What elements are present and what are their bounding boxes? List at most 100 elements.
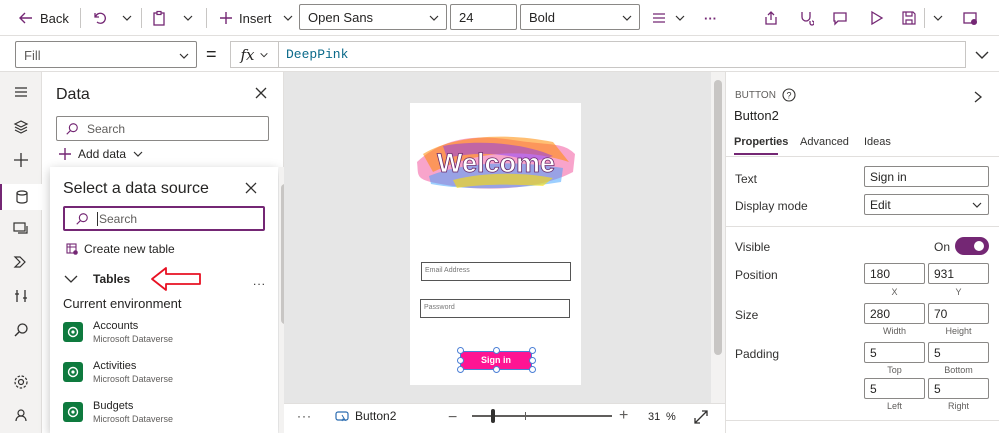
undo-chevron-icon[interactable] <box>121 6 133 30</box>
visible-state-text: On <box>934 240 951 254</box>
resize-handle[interactable] <box>457 357 464 364</box>
text-property-input[interactable]: Sign in <box>864 166 989 187</box>
search-icon <box>75 212 89 226</box>
tree-view-icon[interactable] <box>11 117 31 137</box>
insert-plus-icon[interactable] <box>11 150 31 170</box>
password-input[interactable]: Password <box>420 299 570 318</box>
insert-button[interactable]: Insert <box>219 6 294 30</box>
resize-handle[interactable] <box>457 366 464 373</box>
size-height-input[interactable]: 70 <box>928 303 989 324</box>
property-select[interactable]: Fill <box>15 41 197 68</box>
visible-label: Visible <box>735 240 771 254</box>
chevron-down-icon <box>63 273 79 285</box>
save-chevron-icon[interactable] <box>932 6 944 30</box>
help-icon[interactable]: ? <box>782 88 796 102</box>
resize-handle[interactable] <box>493 366 500 373</box>
flyout-title: Select a data source <box>63 180 209 197</box>
zoom-slider-thumb[interactable] <box>491 409 495 423</box>
undo-icon[interactable] <box>91 6 107 30</box>
dataverse-logo-icon <box>63 362 83 382</box>
back-button[interactable]: Back <box>18 6 69 30</box>
data-source-item[interactable]: Activities Microsoft Dataverse <box>63 360 173 384</box>
tab-properties[interactable]: Properties <box>734 136 788 148</box>
power-automate-icon[interactable] <box>11 252 31 272</box>
add-data-button[interactable]: Add data <box>58 147 144 161</box>
settings-gear-icon[interactable] <box>11 372 31 392</box>
preview-play-icon[interactable] <box>868 6 884 30</box>
paste-chevron-icon[interactable] <box>182 6 194 30</box>
font-size-input[interactable]: 24 <box>450 4 517 30</box>
tables-section-toggle[interactable]: Tables <box>63 272 130 286</box>
zoom-slider-tick <box>525 412 526 420</box>
chevron-right-icon[interactable] <box>972 90 984 104</box>
tab-advanced[interactable]: Advanced <box>800 136 849 148</box>
padding-bottom-input[interactable]: 5 <box>928 342 989 363</box>
hamburger-menu-icon[interactable] <box>11 82 31 102</box>
search-icon[interactable] <box>11 320 31 340</box>
email-input[interactable]: Email Address <box>421 262 571 281</box>
resize-handle[interactable] <box>493 347 500 354</box>
align-chevron-icon[interactable] <box>674 6 686 30</box>
welcome-text: Welcome <box>437 148 555 178</box>
display-mode-select[interactable]: Edit <box>864 194 989 215</box>
tables-more-button[interactable]: ... <box>253 274 266 288</box>
font-family-value: Open Sans <box>308 9 374 25</box>
app-checker-icon[interactable] <box>798 6 814 30</box>
resize-handle[interactable] <box>529 357 536 364</box>
close-icon[interactable] <box>244 181 258 195</box>
data-search-input[interactable]: Search <box>56 116 269 141</box>
font-weight-select[interactable]: Bold <box>520 4 640 30</box>
data-icon[interactable] <box>0 184 42 210</box>
align-icon[interactable] <box>651 6 667 30</box>
status-more-button[interactable]: ··· <box>297 409 312 423</box>
formula-input[interactable]: DeepPink <box>278 41 966 68</box>
zoom-in-button[interactable]: + <box>619 407 628 425</box>
publish-icon[interactable] <box>962 6 978 30</box>
resize-handle[interactable] <box>529 347 536 354</box>
control-type-label: BUTTON <box>735 89 776 101</box>
search-placeholder: Search <box>87 121 126 136</box>
search-placeholder: Search <box>97 211 138 226</box>
chevron-down-icon <box>971 199 983 211</box>
more-options-button[interactable]: ··· <box>704 6 717 30</box>
fit-to-window-icon[interactable] <box>693 409 709 425</box>
plus-icon <box>219 11 233 25</box>
size-width-input[interactable]: 280 <box>864 303 925 324</box>
welcome-banner-image[interactable]: Welcome <box>413 132 578 194</box>
position-y-input[interactable]: 931 <box>928 263 989 284</box>
resize-handle[interactable] <box>457 347 464 354</box>
chevron-down-icon <box>132 148 144 160</box>
zoom-out-button[interactable]: − <box>448 409 457 427</box>
media-icon[interactable] <box>11 218 31 238</box>
dataverse-logo-icon <box>63 322 83 342</box>
font-size-value: 24 <box>459 9 474 25</box>
fx-label: fx <box>240 45 255 64</box>
selected-control-name: Button2 <box>355 409 397 423</box>
visible-toggle-knob <box>974 241 984 251</box>
padding-top-input[interactable]: 5 <box>864 342 925 363</box>
data-source-type: Microsoft Dataverse <box>93 334 174 344</box>
position-x-input[interactable]: 180 <box>864 263 925 284</box>
padding-left-input[interactable]: 5 <box>864 378 925 399</box>
selected-control-breadcrumb[interactable]: Button2 <box>335 409 396 423</box>
control-type-header: BUTTON ? <box>735 88 796 102</box>
create-new-table-button[interactable]: Create new table <box>66 242 175 256</box>
share-icon[interactable] <box>763 6 779 30</box>
data-source-item[interactable]: Budgets Microsoft Dataverse <box>63 400 173 424</box>
resize-handle[interactable] <box>529 366 536 373</box>
expand-formula-icon[interactable] <box>966 41 998 68</box>
paste-icon[interactable] <box>151 6 167 30</box>
font-weight-value: Bold <box>529 9 556 25</box>
save-icon[interactable] <box>901 6 917 30</box>
font-family-select[interactable]: Open Sans <box>299 4 447 30</box>
canvas-scrollbar-thumb[interactable] <box>714 80 722 355</box>
padding-right-input[interactable]: 5 <box>928 378 989 399</box>
data-source-item[interactable]: Accounts Microsoft Dataverse <box>63 320 173 344</box>
comments-icon[interactable] <box>832 6 848 30</box>
advanced-tools-icon[interactable] <box>11 286 31 306</box>
tab-ideas[interactable]: Ideas <box>864 136 891 148</box>
flyout-search-input[interactable]: Search <box>63 206 265 231</box>
close-icon[interactable] <box>254 86 268 100</box>
fx-button[interactable]: fx <box>230 41 278 68</box>
virtual-agent-icon[interactable] <box>11 405 31 425</box>
